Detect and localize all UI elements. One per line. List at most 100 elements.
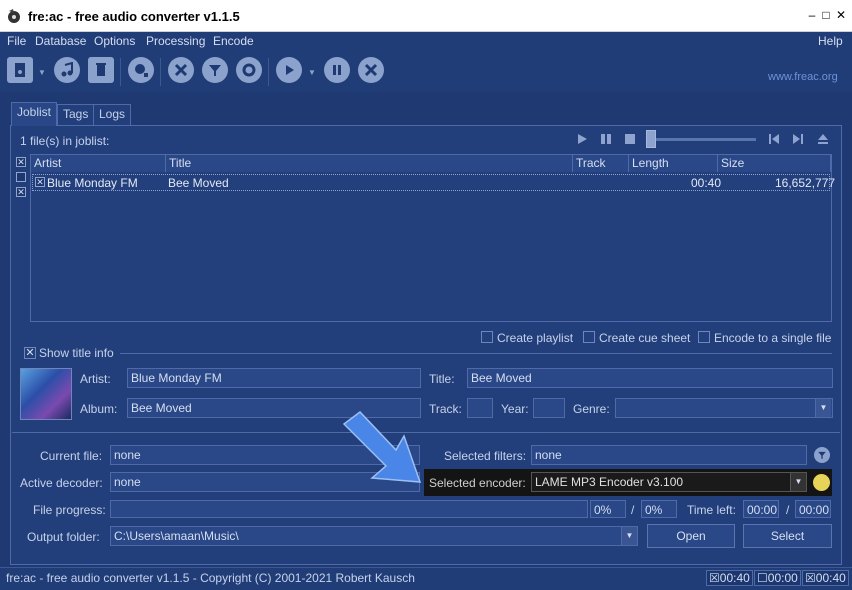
output-folder-label: Output folder: xyxy=(27,530,100,544)
tab-logs[interactable]: Logs xyxy=(93,104,132,125)
file-progress-percent: 0% xyxy=(590,500,626,518)
stop-icon[interactable] xyxy=(624,133,636,145)
toolbar-separator xyxy=(268,58,269,86)
minimize-button[interactable]: – xyxy=(805,8,819,22)
column-header-track[interactable]: Track xyxy=(573,155,629,172)
group-divider xyxy=(120,353,832,354)
row-size: 16,652,777 xyxy=(775,176,836,190)
track-field[interactable] xyxy=(467,398,493,418)
select-all-checkbox[interactable]: ✕ xyxy=(16,157,26,167)
column-header-length[interactable]: Length xyxy=(629,155,718,172)
playback-slider-track[interactable] xyxy=(650,138,756,141)
status-time-3: 00:40 xyxy=(815,571,846,585)
create-playlist-checkbox[interactable] xyxy=(481,331,493,343)
genre-select[interactable] xyxy=(615,398,833,418)
toggle-selection-checkbox[interactable]: ✕ xyxy=(16,187,26,197)
add-audio-cd-icon[interactable] xyxy=(54,57,80,83)
next-track-icon[interactable] xyxy=(792,133,804,145)
status-unselected-time: ☐00:00 xyxy=(754,570,801,586)
status-total-time: ☒00:40 xyxy=(802,570,849,586)
menu-encode[interactable]: Encode xyxy=(213,34,254,48)
encode-dropdown-icon[interactable]: ▼ xyxy=(308,68,316,77)
select-button[interactable]: Select xyxy=(743,524,832,548)
cddb-query-icon[interactable] xyxy=(128,57,154,83)
encoder-settings-icon[interactable] xyxy=(813,474,830,491)
row-checkbox[interactable]: ✕ xyxy=(35,177,45,187)
filter-icon[interactable] xyxy=(814,447,830,463)
time-left-label: Time left: xyxy=(687,503,736,517)
selected-encoder-select[interactable]: LAME MP3 Encoder v3.100 xyxy=(531,472,807,492)
chevron-down-icon[interactable]: ▼ xyxy=(815,399,831,417)
joblist-count: 1 file(s) in joblist: xyxy=(20,134,110,148)
toolbar-separator xyxy=(120,58,121,86)
website-link[interactable]: www.freac.org xyxy=(768,71,838,83)
checked-icon: ☒ xyxy=(709,571,720,585)
file-progress-bar xyxy=(110,500,588,518)
previous-track-icon[interactable] xyxy=(768,133,780,145)
remove-files-icon[interactable] xyxy=(88,57,114,83)
create-cue-sheet-label: Create cue sheet xyxy=(599,331,691,345)
gear-icon[interactable] xyxy=(236,57,262,83)
close-button[interactable]: ✕ xyxy=(834,8,848,22)
select-none-checkbox[interactable] xyxy=(16,172,26,182)
artist-field[interactable]: Blue Monday FM xyxy=(127,368,421,388)
create-cue-sheet-checkbox[interactable] xyxy=(583,331,595,343)
output-folder-field[interactable]: C:\Users\amaan\Music\ xyxy=(110,526,638,546)
play-icon[interactable] xyxy=(576,133,588,145)
selected-filters-label: Selected filters: xyxy=(444,449,527,463)
time-left-field: 00:00 xyxy=(743,500,779,518)
play-icon[interactable] xyxy=(276,57,302,83)
title-label: Title: xyxy=(429,372,455,386)
current-file-label: Current file: xyxy=(40,449,103,463)
active-decoder-label: Active decoder: xyxy=(20,476,103,490)
tab-joblist[interactable]: Joblist xyxy=(11,102,58,126)
status-time-2: 00:00 xyxy=(767,571,798,585)
window-title: fre:ac - free audio converter v1.1.5 xyxy=(28,9,240,24)
progress-separator: / xyxy=(631,503,635,517)
annotation-arrow-icon xyxy=(342,410,422,483)
column-header-size[interactable]: Size xyxy=(718,155,831,172)
year-field[interactable] xyxy=(533,398,565,418)
menu-database[interactable]: Database xyxy=(35,34,86,48)
menu-processing[interactable]: Processing xyxy=(146,34,205,48)
filter-icon[interactable] xyxy=(202,57,228,83)
row-artist: Blue Monday FM xyxy=(47,176,138,190)
pause-icon[interactable] xyxy=(324,57,350,83)
tab-tags[interactable]: Tags xyxy=(57,104,95,125)
album-label: Album: xyxy=(80,402,118,416)
stop-icon[interactable] xyxy=(358,57,384,83)
menu-options[interactable]: Options xyxy=(94,34,135,48)
chevron-down-icon[interactable]: ▼ xyxy=(621,527,637,545)
column-header-artist[interactable]: Artist xyxy=(31,155,166,172)
file-progress-label: File progress: xyxy=(33,503,106,517)
add-files-icon[interactable] xyxy=(7,57,33,83)
total-time-field: 00:00 xyxy=(795,500,831,518)
add-files-dropdown-icon[interactable]: ▼ xyxy=(38,68,46,77)
open-button[interactable]: Open xyxy=(647,524,735,548)
show-title-info-checkbox[interactable]: ✕ xyxy=(24,347,36,359)
selected-encoder-label: Selected encoder: xyxy=(429,476,526,490)
menu-file[interactable]: File xyxy=(7,34,26,48)
menu-help[interactable]: Help xyxy=(818,34,843,48)
app-logo-icon xyxy=(8,9,20,23)
status-time-1: 00:40 xyxy=(719,571,750,585)
status-selected-time: ☒00:40 xyxy=(706,570,753,586)
playback-slider-handle[interactable] xyxy=(646,130,656,148)
title-field[interactable]: Bee Moved xyxy=(467,368,833,388)
track-label: Track: xyxy=(429,402,462,416)
eject-icon[interactable] xyxy=(817,133,829,145)
genre-label: Genre: xyxy=(573,402,610,416)
selected-filters-field: none xyxy=(531,445,807,465)
chevron-down-icon[interactable]: ▼ xyxy=(790,473,806,491)
encode-single-file-checkbox[interactable] xyxy=(698,331,710,343)
column-header-title[interactable]: Title xyxy=(166,155,573,172)
maximize-button[interactable]: □ xyxy=(819,8,833,22)
configure-tools-icon[interactable] xyxy=(168,57,194,83)
total-progress-percent: 0% xyxy=(641,500,677,518)
toolbar-separator xyxy=(160,58,161,86)
row-title: Bee Moved xyxy=(168,176,229,190)
time-separator: / xyxy=(786,503,790,517)
unchecked-icon: ☐ xyxy=(757,571,768,585)
pause-icon[interactable] xyxy=(600,133,612,145)
album-cover-image xyxy=(20,368,72,420)
